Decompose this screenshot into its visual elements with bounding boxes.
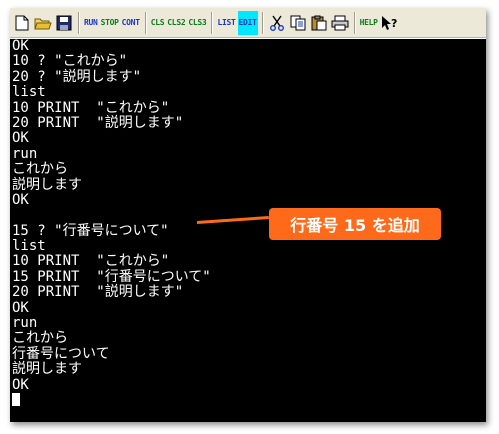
cont-button[interactable]: CONT	[121, 11, 141, 35]
toolbar-separator	[211, 11, 214, 34]
toolbar-separator	[353, 11, 356, 34]
toolbar: RUN STOP CONT CLS CLS2 CLS3 LIST EDIT HE…	[10, 8, 486, 38]
console-line: OK	[12, 376, 29, 393]
cls2-button[interactable]: CLS2	[166, 11, 186, 35]
console-line: 20 PRINT "説明します"	[12, 114, 184, 131]
text-cursor	[12, 392, 20, 406]
run-button[interactable]: RUN	[83, 11, 99, 35]
stop-button[interactable]: STOP	[100, 11, 120, 35]
console-line: これから	[12, 330, 68, 347]
console-line: 説明します	[12, 361, 82, 378]
printer-icon[interactable]	[330, 11, 350, 35]
console-line: 10 PRINT "これから"	[12, 99, 170, 116]
new-file-icon[interactable]	[12, 11, 32, 35]
svg-text:?: ?	[391, 17, 397, 30]
cls3-button[interactable]: CLS3	[187, 11, 207, 35]
console-line: 行番号について	[12, 345, 110, 362]
copy-icon[interactable]	[288, 11, 308, 35]
paste-icon[interactable]	[309, 11, 329, 35]
console-line: run	[12, 315, 38, 332]
console-line: 15 PRINT "行番号について"	[12, 268, 211, 285]
console-line: 10 PRINT "これから"	[12, 253, 170, 270]
edit-button[interactable]: EDIT	[237, 10, 258, 35]
console-line: 説明します	[12, 176, 82, 193]
toolbar-separator	[144, 11, 147, 34]
context-help-icon[interactable]: ?	[380, 11, 400, 35]
console-line: OK	[12, 130, 29, 147]
console-output: OK 10 ? "これから" 20 ? "説明します" list 10 PRINT "こ…	[12, 39, 211, 408]
console-line: run	[12, 145, 38, 162]
console-line: list	[12, 84, 46, 101]
console-line: 20 ? "説明します"	[12, 68, 142, 85]
scissors-icon[interactable]	[267, 11, 287, 35]
console-line: OK	[12, 299, 29, 316]
open-folder-icon[interactable]	[33, 11, 53, 35]
console-line: 15 ? "行番号について"	[12, 222, 169, 239]
annotation-callout: 行番号 15 を追加	[269, 208, 441, 240]
console-line: 10 ? "これから"	[12, 53, 128, 70]
save-disk-icon[interactable]	[54, 11, 74, 35]
console-cursor-line	[12, 392, 211, 408]
console-line: 20 PRINT "説明します"	[12, 284, 184, 301]
list-button[interactable]: LIST	[216, 11, 236, 35]
console-line: OK	[12, 191, 29, 208]
toolbar-separator	[78, 11, 80, 34]
help-button[interactable]: HELP	[359, 11, 379, 35]
console-line: これから	[12, 161, 68, 178]
toolbar-separator	[261, 11, 264, 34]
console-line: OK	[12, 39, 29, 54]
cls-button[interactable]: CLS	[150, 11, 166, 35]
console-line: list	[12, 238, 46, 255]
